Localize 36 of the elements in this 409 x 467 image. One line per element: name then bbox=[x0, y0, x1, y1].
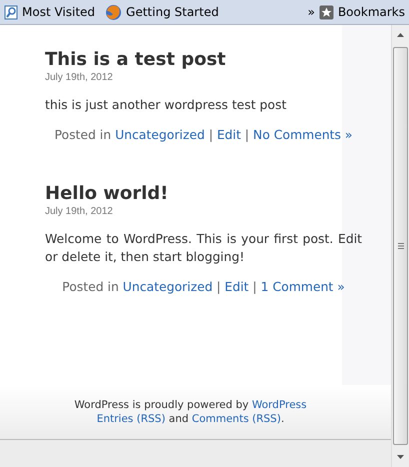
entries-rss-link[interactable]: Entries (RSS) bbox=[96, 413, 166, 425]
grip-icon bbox=[398, 243, 404, 249]
posted-in-label: Posted in bbox=[62, 279, 119, 294]
separator: | bbox=[244, 127, 250, 142]
period-text: . bbox=[280, 413, 284, 425]
post-title: Hello world! bbox=[45, 182, 170, 206]
post-body: this is just another wordpress test post bbox=[45, 96, 288, 114]
post-body: Welcome to WordPress. This is your first post. Edit or delete it, then start blogging! bbox=[45, 230, 362, 266]
scroll-down-icon[interactable] bbox=[397, 455, 404, 459]
post-title: This is a test post bbox=[45, 48, 227, 72]
bookmark-item[interactable]: Most Visited bbox=[22, 5, 96, 19]
search-page-icon bbox=[4, 4, 18, 20]
comments-link[interactable]: 1 Comment » bbox=[260, 279, 345, 294]
wordpress-link[interactable]: WordPress bbox=[252, 399, 307, 411]
category-link[interactable]: Uncategorized bbox=[115, 127, 205, 142]
separator: | bbox=[252, 279, 257, 294]
bookmark-item[interactable]: Getting Started bbox=[126, 5, 219, 19]
scroll-up-icon[interactable] bbox=[397, 33, 404, 37]
bookmarks-menu[interactable]: Bookmarks bbox=[338, 5, 405, 19]
comments-link[interactable]: No Comments » bbox=[253, 127, 353, 142]
post-date: July 19th, 2012 bbox=[45, 72, 114, 83]
separator: | bbox=[216, 279, 221, 294]
comments-rss-link[interactable]: Comments (RSS) bbox=[192, 413, 281, 425]
overflow-chevron[interactable]: » bbox=[308, 5, 315, 19]
globe-fox-icon bbox=[105, 4, 122, 20]
post-date: July 19th, 2012 bbox=[45, 206, 114, 217]
star-icon bbox=[318, 4, 334, 20]
and-text: and bbox=[168, 413, 189, 425]
scrollbar[interactable] bbox=[391, 25, 409, 467]
separator: | bbox=[208, 127, 213, 142]
edit-link[interactable]: Edit bbox=[224, 279, 249, 294]
posted-in-label: Posted in bbox=[54, 127, 112, 142]
powered-by-text: WordPress is proudly powered by bbox=[74, 399, 249, 411]
scroll-thumb[interactable] bbox=[393, 47, 408, 445]
category-link[interactable]: Uncategorized bbox=[122, 279, 213, 294]
edit-link[interactable]: Edit bbox=[216, 127, 241, 142]
